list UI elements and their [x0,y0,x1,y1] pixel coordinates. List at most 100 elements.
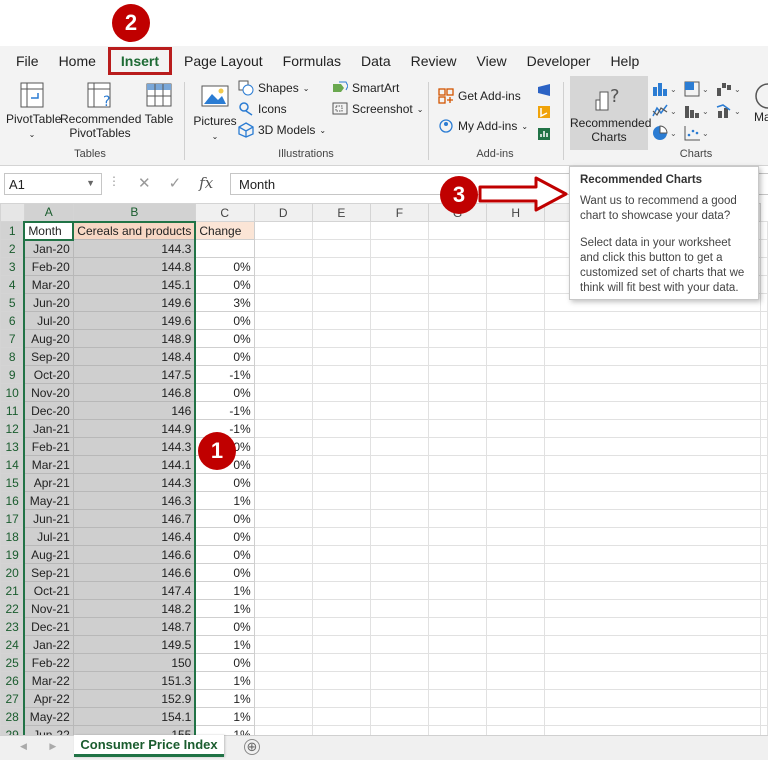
cell-change[interactable]: 1% [194,491,255,510]
empty-cell[interactable] [544,437,761,456]
cell-cereals-value[interactable]: 144.3 [72,473,197,492]
empty-cell[interactable] [427,329,488,348]
cell-month[interactable]: Dec-20 [23,401,74,420]
cell-change[interactable]: 1% [194,581,255,600]
empty-cell[interactable] [760,725,768,735]
empty-cell[interactable] [486,257,546,276]
cell-cereals-value[interactable]: 146 [72,401,197,420]
empty-cell[interactable] [544,329,761,348]
tab-view[interactable]: View [467,46,517,76]
empty-cell[interactable] [311,311,371,330]
empty-cell[interactable] [486,509,546,528]
empty-cell[interactable] [369,329,429,348]
empty-cell[interactable] [486,293,546,312]
empty-cell[interactable] [427,725,488,735]
empty-cell[interactable] [311,419,371,438]
empty-cell[interactable] [760,617,768,636]
name-box-dropdown-icon[interactable]: ▼ [86,178,95,188]
cell-month[interactable]: Dec-21 [23,617,74,636]
empty-cell[interactable] [760,473,768,492]
empty-cell[interactable] [486,473,546,492]
pivottable-button[interactable]: PivotTable ⌄ [6,80,61,142]
empty-cell[interactable] [760,419,768,438]
cell-month[interactable]: Jan-21 [23,419,74,438]
cell-cereals-value[interactable]: 146.8 [72,383,197,402]
tab-page-layout[interactable]: Page Layout [174,46,273,76]
empty-cell[interactable] [760,221,768,240]
empty-cell[interactable] [253,221,313,240]
screenshot-button[interactable]: Screenshot ⌄ [332,101,423,117]
empty-cell[interactable] [486,545,546,564]
cell-change[interactable]: 0% [194,545,255,564]
empty-cell[interactable] [760,329,768,348]
empty-cell[interactable] [427,581,488,600]
cell-month[interactable]: Sep-21 [23,563,74,582]
row-header[interactable]: 4 [0,275,25,294]
maps-icon[interactable] [754,82,768,112]
empty-cell[interactable] [311,473,371,492]
combo-chart-icon[interactable]: ⌄ [716,102,742,120]
empty-cell[interactable] [544,617,761,636]
empty-cell[interactable] [311,239,371,258]
empty-cell[interactable] [760,383,768,402]
cell-cereals-value[interactable]: 147.4 [72,581,197,600]
empty-cell[interactable] [760,347,768,366]
insert-function-icon[interactable]: fx [199,174,213,192]
cell-cereals-value[interactable]: 146.4 [72,527,197,546]
empty-cell[interactable] [760,239,768,258]
empty-cell[interactable] [311,653,371,672]
empty-cell[interactable] [253,275,313,294]
row-header[interactable]: 23 [0,617,25,636]
row-header[interactable]: 16 [0,491,25,510]
empty-cell[interactable] [427,347,488,366]
empty-cell[interactable] [311,563,371,582]
empty-cell[interactable] [486,311,546,330]
empty-cell[interactable] [427,275,488,294]
empty-cell[interactable] [311,599,371,618]
empty-cell[interactable] [311,509,371,528]
cancel-icon[interactable]: ✕ [138,174,151,192]
empty-cell[interactable] [427,689,488,708]
empty-cell[interactable] [369,491,429,510]
cell-change[interactable]: 0% [194,527,255,546]
empty-cell[interactable] [253,365,313,384]
empty-cell[interactable] [427,365,488,384]
cell-month[interactable]: Nov-21 [23,599,74,618]
empty-cell[interactable] [486,491,546,510]
empty-cell[interactable] [544,509,761,528]
cell-month[interactable]: Mar-21 [23,455,74,474]
empty-cell[interactable] [369,221,429,240]
column-header-e[interactable]: E [311,203,371,222]
empty-cell[interactable] [760,689,768,708]
empty-cell[interactable] [427,473,488,492]
empty-cell[interactable] [311,491,371,510]
empty-cell[interactable] [760,653,768,672]
row-header[interactable]: 25 [0,653,25,672]
empty-cell[interactable] [760,545,768,564]
empty-cell[interactable] [427,527,488,546]
empty-cell[interactable] [311,725,371,735]
empty-cell[interactable] [486,365,546,384]
empty-cell[interactable] [311,581,371,600]
cell-cereals-value[interactable]: 146.6 [72,545,197,564]
empty-cell[interactable] [486,239,546,258]
cell-month[interactable]: Feb-21 [23,437,74,456]
cell-change[interactable]: 0% [194,311,255,330]
empty-cell[interactable] [544,491,761,510]
row-header[interactable]: 3 [0,257,25,276]
empty-cell[interactable] [544,671,761,690]
column-chart-icon[interactable]: ⌄ [652,80,678,98]
cell-month[interactable]: May-22 [23,707,74,726]
cell-cereals-value[interactable]: 144.1 [72,455,197,474]
empty-cell[interactable] [544,707,761,726]
row-header[interactable]: 17 [0,509,25,528]
empty-cell[interactable] [427,437,488,456]
cell-month[interactable]: Apr-21 [23,473,74,492]
empty-cell[interactable] [544,563,761,582]
empty-cell[interactable] [760,635,768,654]
empty-cell[interactable] [253,293,313,312]
empty-cell[interactable] [544,635,761,654]
column-header-f[interactable]: F [369,203,429,222]
empty-cell[interactable] [427,455,488,474]
cell-change[interactable] [194,239,255,258]
